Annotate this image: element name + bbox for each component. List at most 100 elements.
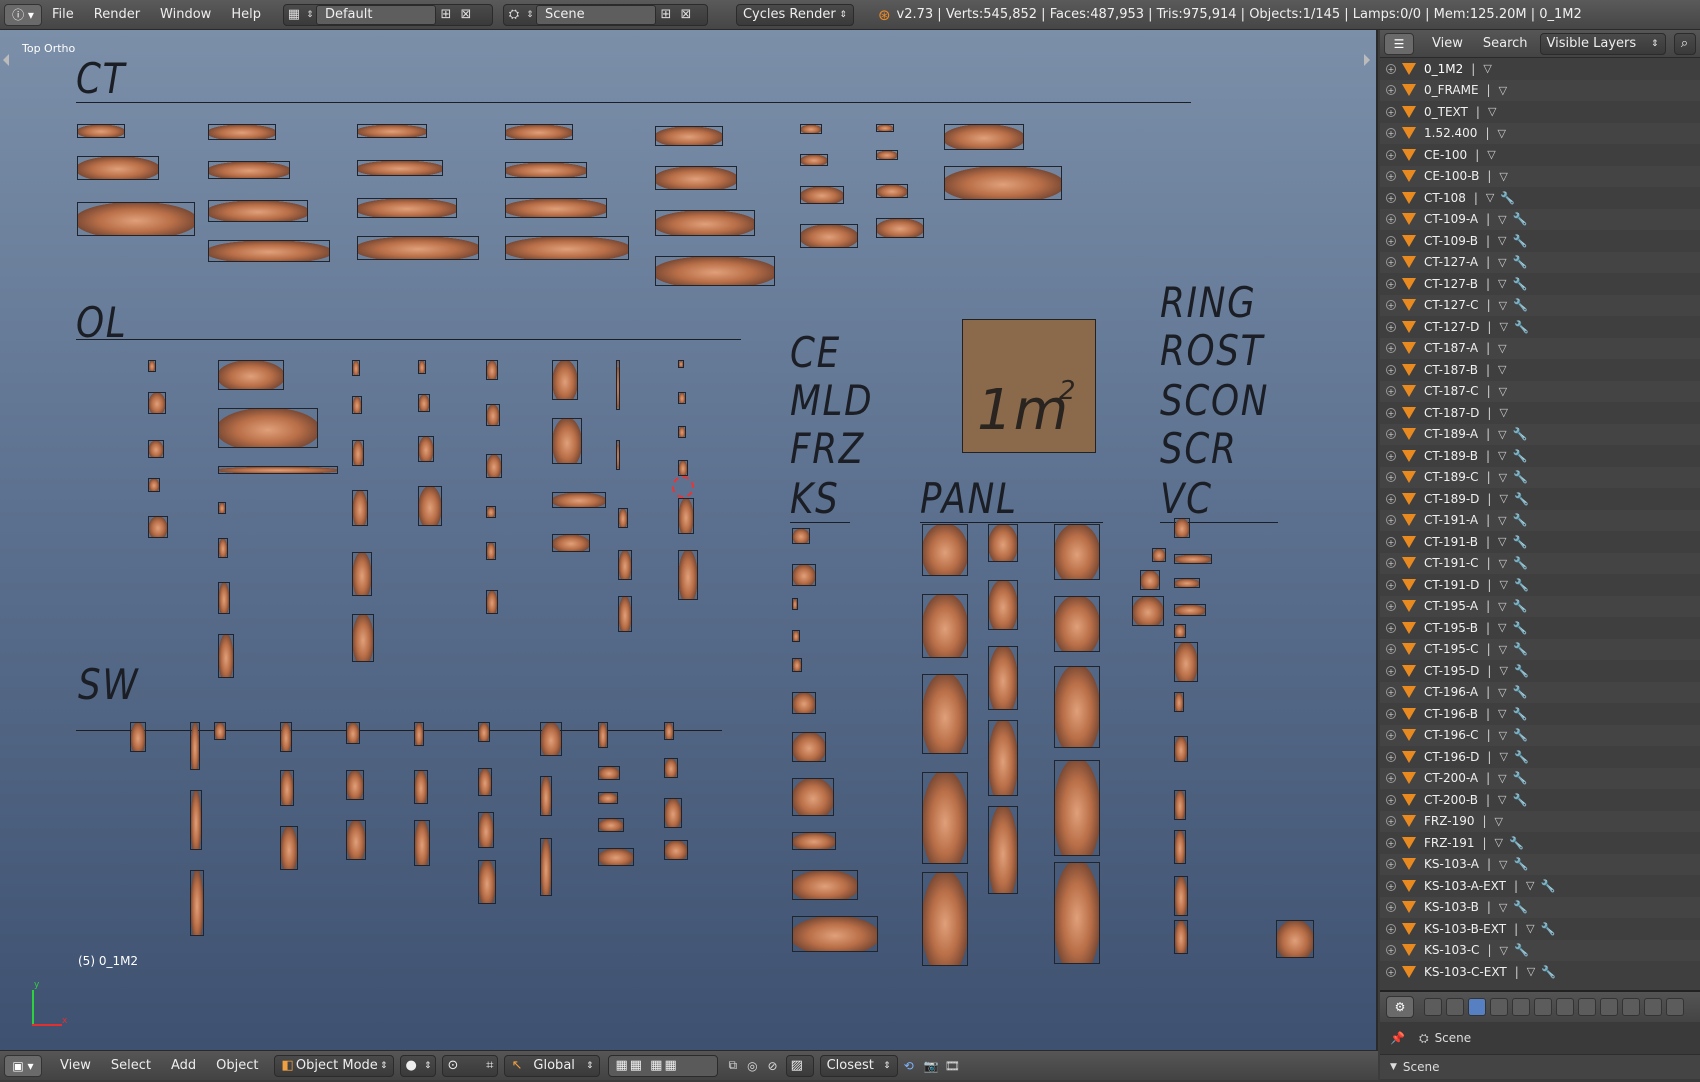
- mesh-data-icon[interactable]: ▽: [1499, 729, 1507, 742]
- ornament-thumbnail[interactable]: [1174, 518, 1190, 538]
- mesh-object-icon[interactable]: [1402, 815, 1416, 828]
- wrench-icon[interactable]: 🔧: [1513, 621, 1528, 635]
- layer-lock-icon[interactable]: ⧉: [728, 1058, 737, 1073]
- pin-icon[interactable]: 📌: [1390, 1031, 1405, 1045]
- wrench-icon[interactable]: 🔧: [1513, 298, 1528, 312]
- outliner-item-label[interactable]: KS-103-A: [1424, 857, 1479, 871]
- mesh-object-icon[interactable]: [1402, 170, 1416, 183]
- expand-icon[interactable]: +: [1386, 579, 1396, 590]
- ornament-thumbnail[interactable]: [876, 150, 898, 160]
- ornament-thumbnail[interactable]: [478, 768, 492, 796]
- snap-toggle-icon[interactable]: ⊘: [768, 1059, 778, 1073]
- ornament-thumbnail[interactable]: [208, 161, 290, 179]
- ornament-thumbnail[interactable]: [792, 778, 834, 816]
- outliner-item[interactable]: + CT-109-B | ▽ 🔧: [1380, 230, 1700, 252]
- ornament-thumbnail[interactable]: [1174, 578, 1200, 588]
- mesh-data-icon[interactable]: ▽: [1498, 449, 1506, 462]
- mesh-data-icon[interactable]: ▽: [1488, 105, 1496, 118]
- outliner-item[interactable]: + CT-127-C | ▽ 🔧: [1380, 294, 1700, 316]
- mesh-object-icon[interactable]: [1402, 277, 1416, 290]
- tab-material[interactable]: [1600, 998, 1618, 1016]
- mesh-object-icon[interactable]: [1402, 944, 1416, 957]
- ornament-thumbnail[interactable]: [478, 860, 496, 904]
- outliner-item[interactable]: + KS-103-B-EXT | ▽ 🔧: [1380, 918, 1700, 940]
- ornament-thumbnail[interactable]: [190, 870, 204, 936]
- ornament-thumbnail[interactable]: [414, 722, 424, 746]
- ornament-thumbnail[interactable]: [1174, 604, 1206, 616]
- expand-icon[interactable]: +: [1386, 429, 1396, 440]
- mesh-data-icon[interactable]: ▽: [1499, 901, 1507, 914]
- ornament-thumbnail[interactable]: [598, 766, 620, 780]
- ornament-thumbnail[interactable]: [414, 770, 428, 804]
- scene-selector[interactable]: ⛭ ⇕ Scene ⊞ ⊠: [502, 3, 708, 26]
- mode-selector[interactable]: ◧ Object Mode ⇕: [274, 1054, 395, 1077]
- mesh-data-icon[interactable]: ▽: [1498, 363, 1506, 376]
- ornament-thumbnail[interactable]: [988, 646, 1018, 710]
- ornament-thumbnail[interactable]: [922, 872, 968, 966]
- expand-icon[interactable]: +: [1386, 235, 1396, 246]
- outliner-item-label[interactable]: CE-100-B: [1424, 169, 1479, 183]
- wrench-icon[interactable]: 🔧: [1513, 642, 1528, 656]
- outliner-item-label[interactable]: CT-187-C: [1424, 384, 1479, 398]
- ornament-thumbnail[interactable]: [664, 798, 682, 828]
- outliner-item[interactable]: + CE-100 | ▽: [1380, 144, 1700, 166]
- ornament-thumbnail[interactable]: [352, 490, 368, 526]
- mesh-object-icon[interactable]: [1402, 191, 1416, 204]
- ornament-thumbnail[interactable]: [922, 594, 968, 658]
- mesh-data-icon[interactable]: ▽: [1486, 191, 1494, 204]
- expand-icon[interactable]: +: [1386, 257, 1396, 268]
- outliner-item[interactable]: + CT-127-B | ▽ 🔧: [1380, 273, 1700, 295]
- wrench-icon[interactable]: 🔧: [1513, 556, 1528, 570]
- ornament-thumbnail[interactable]: [616, 440, 620, 470]
- outliner-item-label[interactable]: CT-195-A: [1424, 599, 1478, 613]
- outliner-item[interactable]: + CT-195-B | ▽ 🔧: [1380, 617, 1700, 639]
- mesh-object-icon[interactable]: [1402, 578, 1416, 591]
- ornament-thumbnail[interactable]: [792, 630, 800, 642]
- tab-physics[interactable]: [1666, 998, 1684, 1016]
- render-engine-selector[interactable]: Cycles Render ⇕: [735, 3, 854, 26]
- ornament-thumbnail[interactable]: [77, 124, 125, 138]
- ornament-thumbnail[interactable]: [988, 524, 1018, 562]
- outliner-item[interactable]: + CT-200-A | ▽ 🔧: [1380, 767, 1700, 789]
- wrench-icon[interactable]: 🔧: [1514, 578, 1529, 592]
- expand-icon[interactable]: +: [1386, 730, 1396, 741]
- scene-panel-header[interactable]: ▼ Scene: [1380, 1054, 1700, 1079]
- expand-icon[interactable]: +: [1386, 837, 1396, 848]
- outliner-item-label[interactable]: CT-196-B: [1424, 707, 1478, 721]
- wrench-icon[interactable]: 🔧: [1513, 470, 1528, 484]
- outliner-item[interactable]: + CT-187-D | ▽: [1380, 402, 1700, 424]
- ornament-thumbnail[interactable]: [800, 186, 844, 204]
- ornament-thumbnail[interactable]: [130, 722, 146, 752]
- expand-icon[interactable]: +: [1386, 364, 1396, 375]
- ornament-thumbnail[interactable]: [552, 492, 606, 508]
- ornament-thumbnail[interactable]: [280, 722, 292, 752]
- mesh-data-icon[interactable]: ▽: [1499, 557, 1507, 570]
- mesh-object-icon[interactable]: [1402, 600, 1416, 613]
- outliner-item-label[interactable]: CT-195-C: [1424, 642, 1479, 656]
- editor-type-button[interactable]: ☰: [1384, 32, 1414, 55]
- mesh-object-icon[interactable]: [1402, 965, 1416, 978]
- expand-icon[interactable]: +: [1386, 515, 1396, 526]
- mesh-data-icon[interactable]: ▽: [1498, 707, 1506, 720]
- ornament-thumbnail[interactable]: [208, 240, 330, 262]
- expand-icon[interactable]: +: [1386, 149, 1396, 160]
- outliner-item-label[interactable]: FRZ-191: [1424, 836, 1474, 850]
- ornament-thumbnail[interactable]: [505, 124, 573, 140]
- outliner-item[interactable]: + CT-187-A | ▽: [1380, 337, 1700, 359]
- tab-modifiers[interactable]: [1556, 998, 1574, 1016]
- mesh-data-icon[interactable]: ▽: [1498, 342, 1506, 355]
- outliner-item[interactable]: + CT-196-D | ▽ 🔧: [1380, 746, 1700, 768]
- mesh-data-icon[interactable]: ▽: [1499, 858, 1507, 871]
- ornament-thumbnail[interactable]: [1174, 736, 1188, 762]
- mesh-object-icon[interactable]: [1402, 750, 1416, 763]
- menu-add[interactable]: Add: [161, 1058, 206, 1073]
- display-mode-selector[interactable]: Visible Layers ⇕: [1539, 32, 1666, 55]
- wrench-icon[interactable]: 🔧: [1513, 449, 1528, 463]
- wrench-icon[interactable]: 🔧: [1513, 707, 1528, 721]
- outliner-item[interactable]: + CT-200-B | ▽ 🔧: [1380, 789, 1700, 811]
- add-layout-icon[interactable]: ⊞: [436, 6, 456, 24]
- ornament-thumbnail[interactable]: [616, 360, 620, 410]
- ornament-thumbnail[interactable]: [1174, 790, 1186, 820]
- outliner-item-label[interactable]: CT-196-D: [1424, 750, 1479, 764]
- mesh-data-icon[interactable]: ▽: [1487, 148, 1495, 161]
